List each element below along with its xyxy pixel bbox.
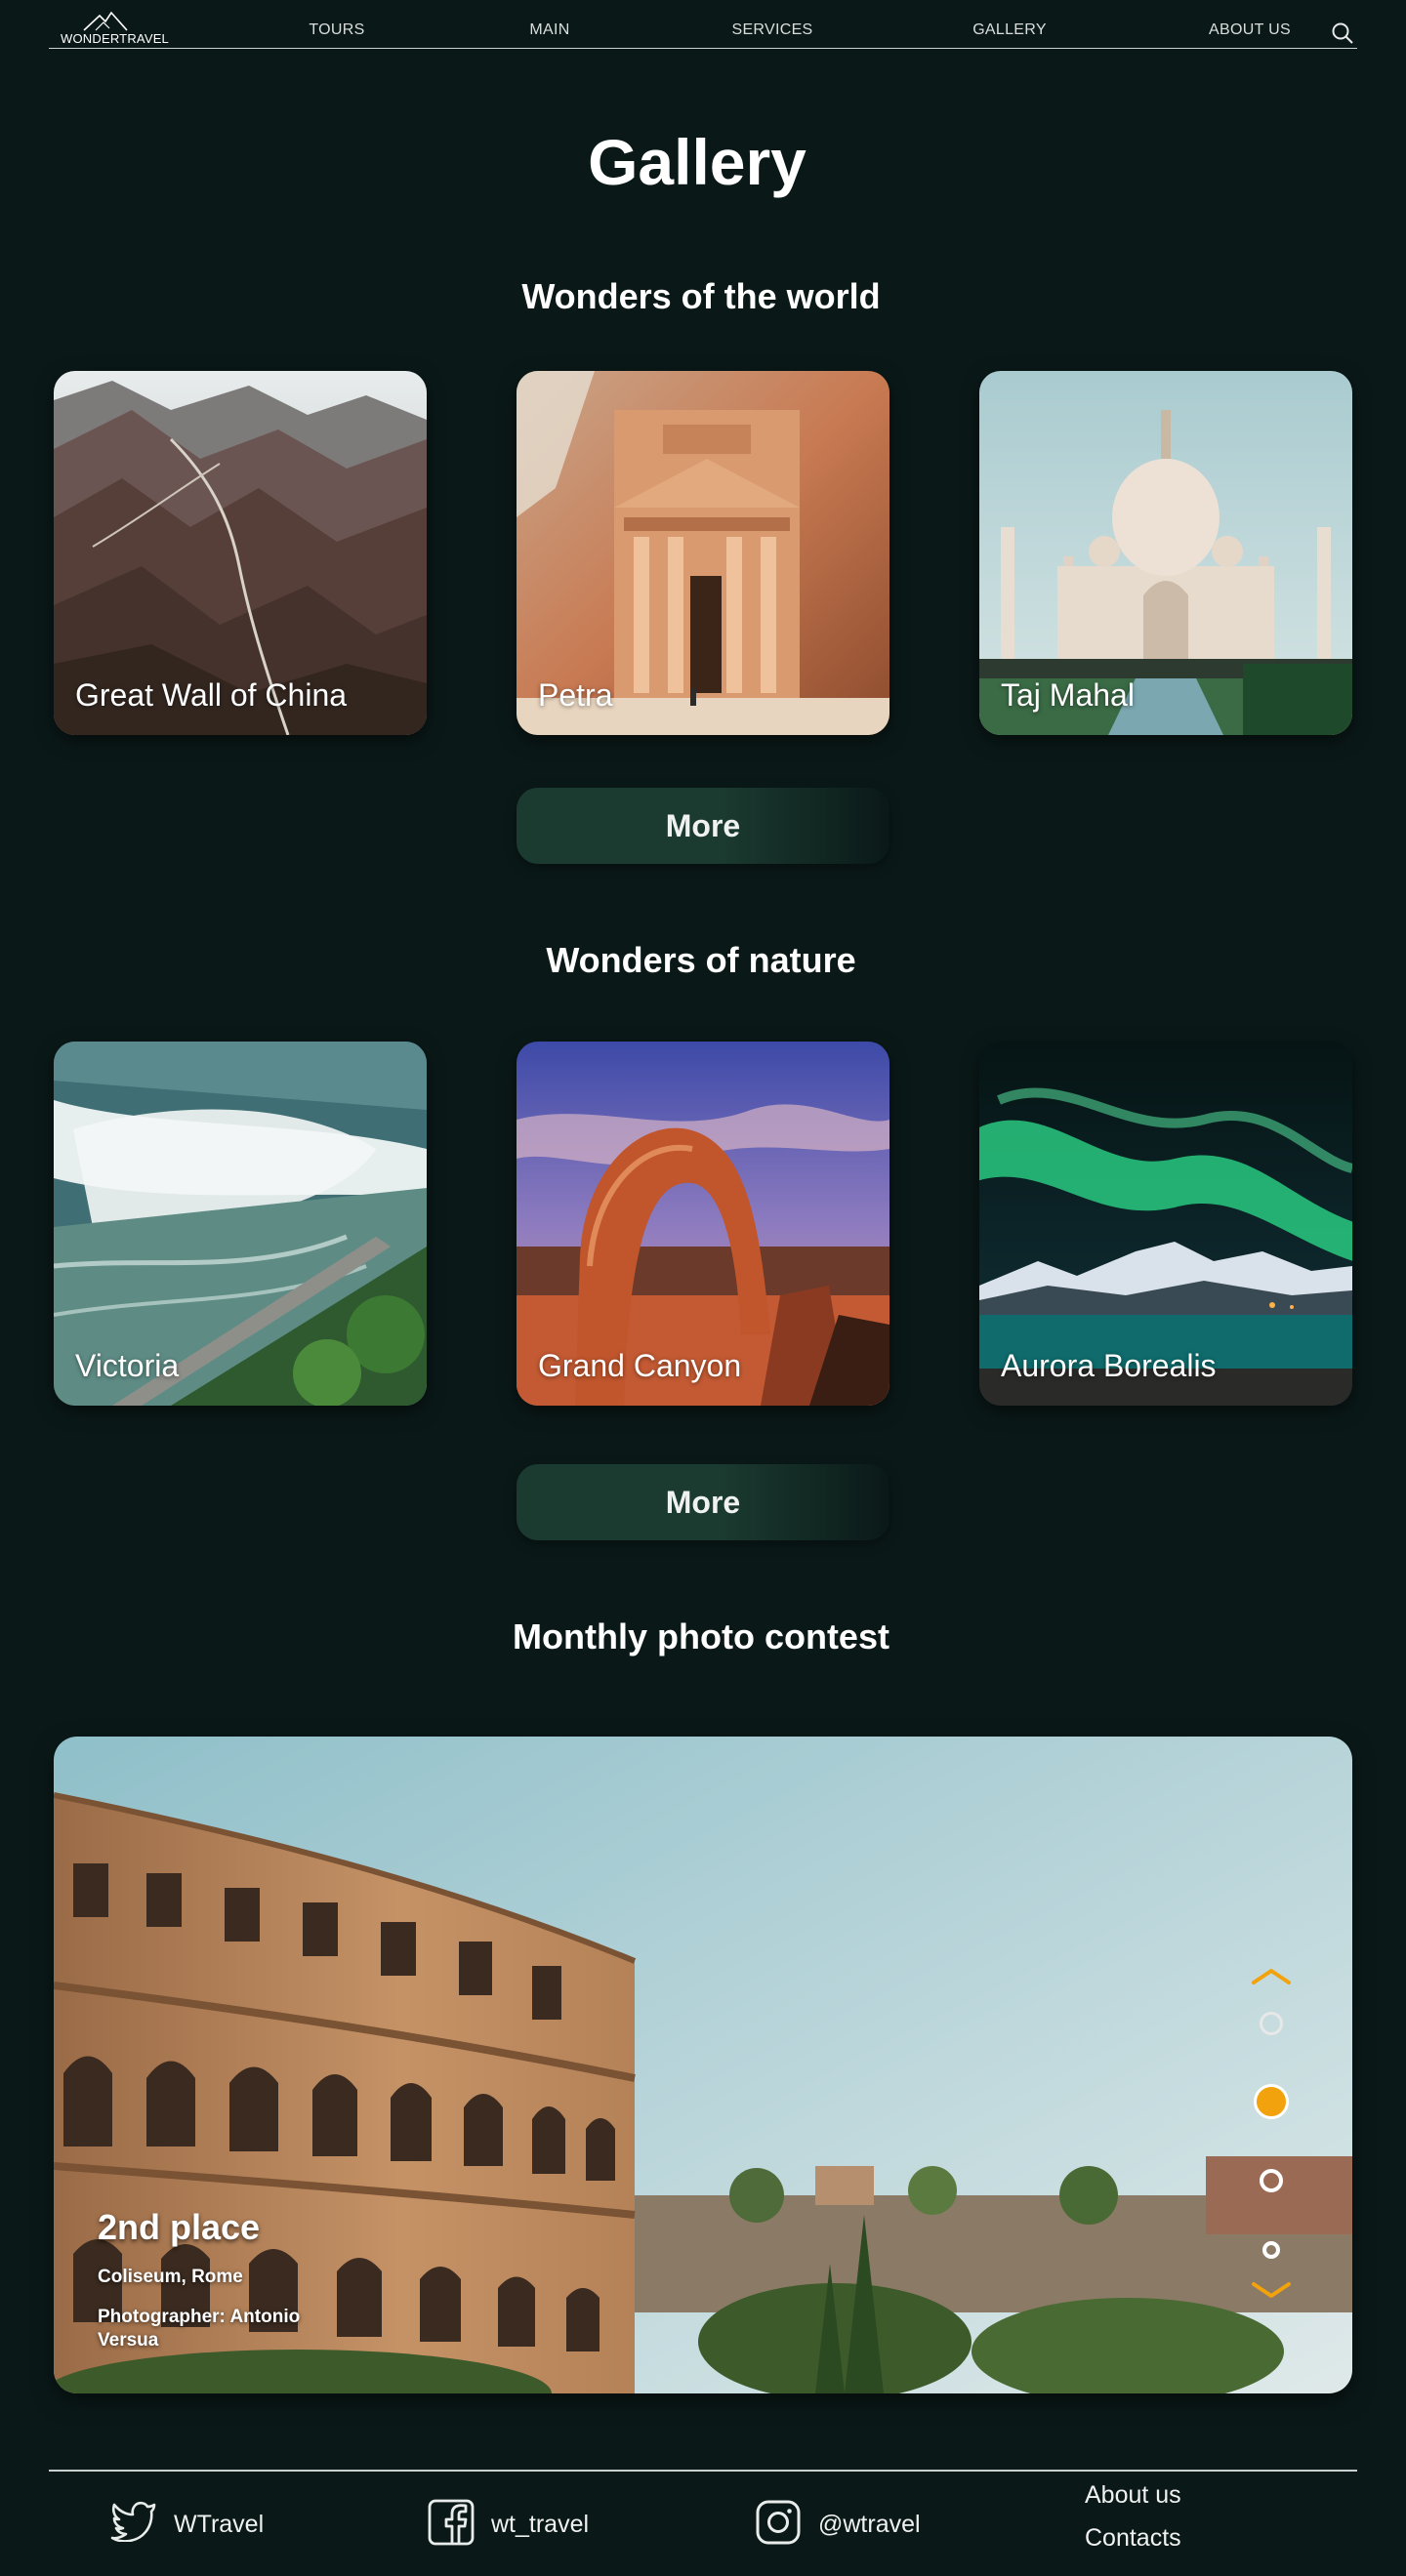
- slider-dot-4[interactable]: [1262, 2241, 1280, 2259]
- site-header: WONDERTRAVEL TOURS MAIN SERVICES GALLERY…: [49, 0, 1357, 49]
- card-victoria[interactable]: Victoria: [54, 1042, 427, 1406]
- twitter-handle: WTravel: [174, 2511, 265, 2538]
- nav-main[interactable]: MAIN: [529, 21, 569, 39]
- card-label: Petra: [538, 677, 613, 713]
- chevron-down-icon[interactable]: [1251, 2280, 1292, 2300]
- section-title-world: Wonders of the world: [521, 276, 881, 316]
- more-button-world[interactable]: More: [517, 788, 889, 864]
- logo[interactable]: WONDERTRAVEL: [61, 10, 169, 46]
- footer-link-contacts[interactable]: Contacts: [1085, 2524, 1181, 2553]
- slider-dot-1[interactable]: [1260, 2012, 1283, 2035]
- nav-about-us[interactable]: ABOUT US: [1209, 21, 1291, 39]
- facebook-handle: wt_travel: [491, 2511, 590, 2538]
- card-great-wall[interactable]: Great Wall of China: [54, 371, 427, 735]
- footer-divider: [49, 2470, 1357, 2472]
- footer-link-about-us[interactable]: About us: [1085, 2481, 1181, 2510]
- contest-photographer: Photographer: Antonio Versua: [98, 2307, 301, 2351]
- mountain-logo-icon: [83, 11, 128, 31]
- section-title-nature: Wonders of nature: [546, 940, 856, 980]
- twitter-icon: [110, 2501, 156, 2542]
- logo-text: WONDERTRAVEL: [61, 31, 169, 46]
- card-label: Grand Canyon: [538, 1348, 742, 1383]
- slider-dot-3[interactable]: [1260, 2169, 1283, 2192]
- card-label: Great Wall of China: [75, 677, 348, 713]
- search-icon[interactable]: [1331, 21, 1354, 45]
- nav-gallery[interactable]: GALLERY: [972, 21, 1047, 39]
- card-label: Taj Mahal: [1001, 677, 1135, 713]
- page-title: Gallery: [588, 126, 806, 198]
- instagram-icon: [756, 2500, 801, 2545]
- section-title-contest: Monthly photo contest: [513, 1616, 889, 1656]
- contest-location: Coliseum, Rome: [98, 2267, 243, 2287]
- nav-tours[interactable]: TOURS: [309, 21, 364, 39]
- facebook-icon: [428, 2499, 475, 2546]
- card-grand-canyon[interactable]: Grand Canyon: [517, 1042, 889, 1406]
- card-label: Victoria: [75, 1348, 180, 1383]
- card-aurora-borealis[interactable]: Aurora Borealis: [979, 1042, 1352, 1406]
- more-button-nature[interactable]: More: [517, 1464, 889, 1540]
- instagram-handle: @wtravel: [818, 2511, 921, 2538]
- contest-place: 2nd place: [98, 2207, 261, 2247]
- card-label: Aurora Borealis: [1001, 1348, 1217, 1383]
- nav-services[interactable]: SERVICES: [731, 21, 812, 39]
- coliseum-photo: [54, 1737, 1352, 2393]
- photo-contest-slider: 2nd place Coliseum, Rome Photographer: A…: [54, 1737, 1352, 2393]
- card-taj-mahal[interactable]: Taj Mahal: [979, 371, 1352, 735]
- chevron-up-icon[interactable]: [1251, 1967, 1292, 1986]
- card-petra[interactable]: Petra: [517, 371, 889, 735]
- slider-dot-2-active[interactable]: [1254, 2084, 1289, 2119]
